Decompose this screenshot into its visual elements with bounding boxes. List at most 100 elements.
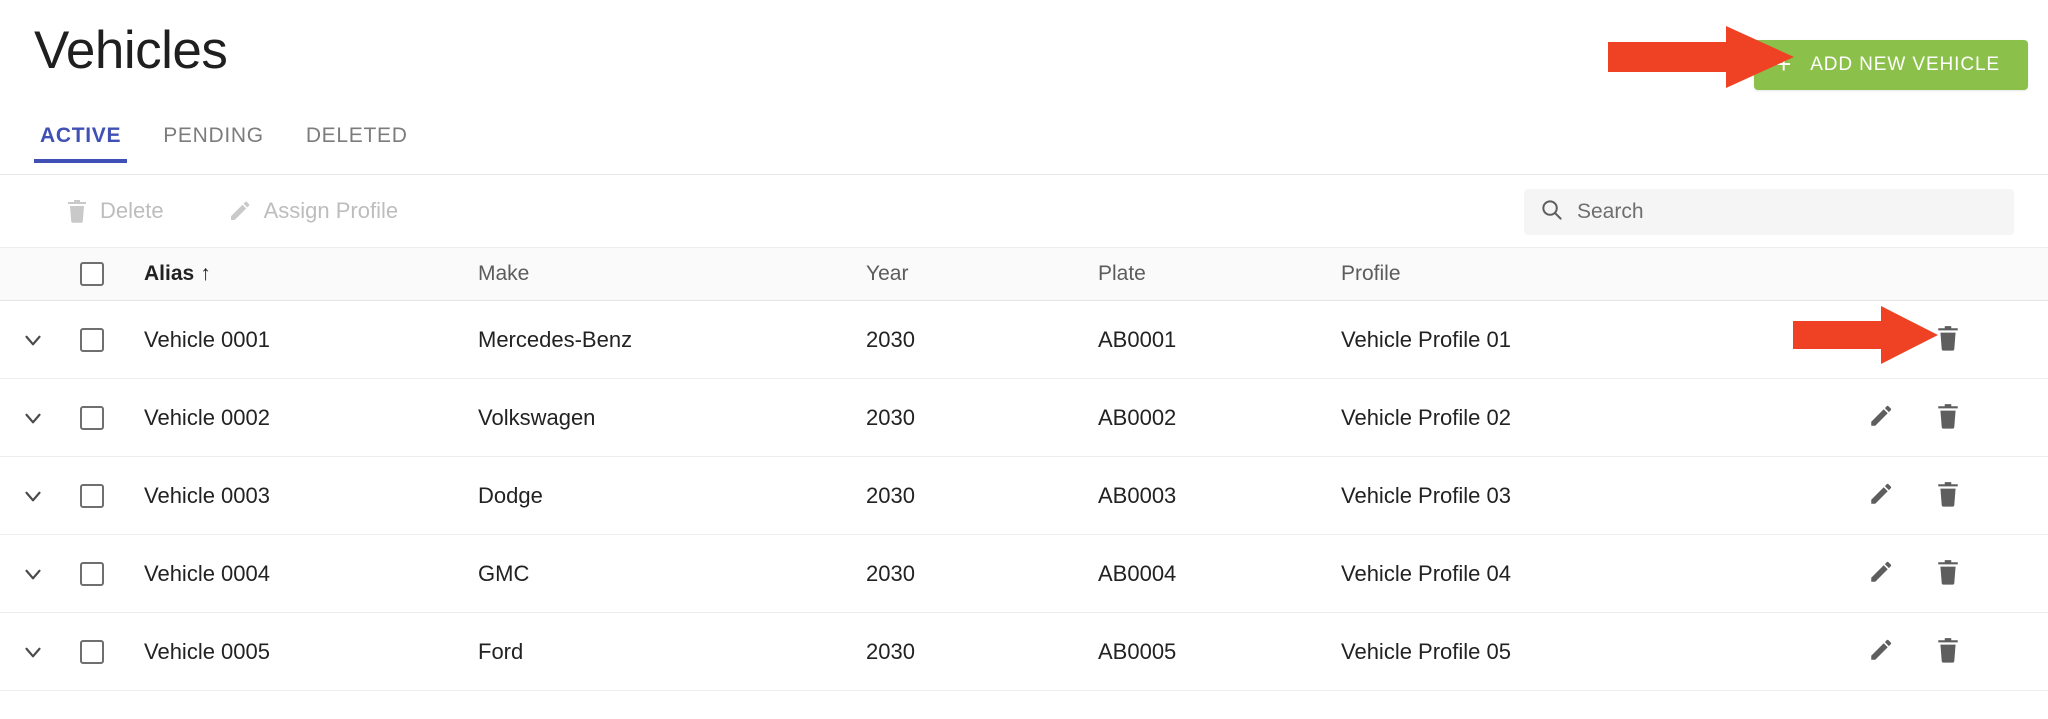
cell-plate: AB0004 bbox=[1098, 560, 1177, 586]
chevron-down-icon bbox=[20, 561, 46, 587]
cell-make: Volkswagen bbox=[478, 404, 596, 430]
cell-plate: AB0001 bbox=[1098, 326, 1177, 352]
cell-profile: Vehicle Profile 01 bbox=[1341, 326, 1511, 352]
row-edit-button[interactable] bbox=[1868, 403, 1894, 432]
row-checkbox[interactable] bbox=[80, 561, 104, 586]
cell-alias: Vehicle 0005 bbox=[144, 638, 270, 664]
row-checkbox-cell bbox=[66, 561, 144, 586]
column-header-profile[interactable]: Profile bbox=[1341, 262, 1848, 286]
row-expand-toggle[interactable] bbox=[0, 639, 66, 665]
cell-alias: Vehicle 0002 bbox=[144, 404, 270, 430]
row-delete-button[interactable] bbox=[1936, 325, 1960, 354]
cell-alias: Vehicle 0003 bbox=[144, 482, 270, 508]
cell-make: Mercedes-Benz bbox=[478, 326, 633, 352]
row-edit-button[interactable] bbox=[1868, 637, 1894, 666]
cell-year: 2030 bbox=[866, 638, 915, 664]
row-checkbox-cell bbox=[66, 405, 144, 430]
vehicles-page: Vehicles + ADD NEW VEHICLE ACTIVE PENDIN… bbox=[0, 0, 2048, 719]
chevron-down-icon bbox=[20, 483, 46, 509]
trash-icon bbox=[1936, 637, 1960, 666]
cell-alias: Vehicle 0001 bbox=[144, 326, 270, 352]
cell-plate: AB0005 bbox=[1098, 638, 1177, 664]
row-edit-button[interactable] bbox=[1868, 325, 1894, 354]
cell-plate: AB0002 bbox=[1098, 404, 1177, 430]
assign-profile-button[interactable]: Assign Profile bbox=[214, 192, 413, 230]
row-checkbox[interactable] bbox=[80, 639, 104, 664]
row-actions bbox=[1848, 637, 2048, 666]
pencil-icon bbox=[1868, 325, 1894, 354]
cell-make: Ford bbox=[478, 638, 524, 664]
row-edit-button[interactable] bbox=[1868, 481, 1894, 510]
row-actions bbox=[1848, 403, 2048, 432]
table-row[interactable]: Vehicle 0002 Volkswagen 2030 AB0002 Vehicle … bbox=[0, 379, 2048, 457]
row-checkbox[interactable] bbox=[80, 483, 104, 508]
row-delete-button[interactable] bbox=[1936, 559, 1960, 588]
chevron-down-icon bbox=[20, 405, 46, 431]
row-edit-button[interactable] bbox=[1868, 559, 1894, 588]
trash-icon bbox=[1936, 481, 1960, 510]
table-row[interactable]: Vehicle 0005 Ford 2030 AB0005 Vehicle Profil… bbox=[0, 613, 2048, 691]
row-expand-toggle[interactable] bbox=[0, 561, 66, 587]
trash-icon bbox=[1936, 559, 1960, 588]
pencil-icon bbox=[1868, 481, 1894, 510]
assign-profile-label: Assign Profile bbox=[263, 198, 399, 223]
column-header-make[interactable]: Make bbox=[478, 262, 866, 286]
page-title: Vehicles bbox=[34, 21, 228, 80]
cell-year: 2030 bbox=[866, 404, 915, 430]
select-all-checkbox-cell bbox=[66, 262, 144, 286]
cell-profile: Vehicle Profile 02 bbox=[1341, 404, 1511, 430]
trash-icon bbox=[1936, 325, 1960, 354]
row-checkbox-cell bbox=[66, 639, 144, 664]
search-box[interactable] bbox=[1524, 189, 2014, 235]
row-actions bbox=[1848, 559, 2048, 588]
column-header-alias-label: Alias bbox=[144, 262, 195, 285]
row-delete-button[interactable] bbox=[1936, 637, 1960, 666]
pencil-icon bbox=[1868, 403, 1894, 432]
table-row[interactable]: Vehicle 0003 Dodge 2030 AB0003 Vehicle Profi… bbox=[0, 457, 2048, 535]
cell-year: 2030 bbox=[866, 326, 915, 352]
row-delete-button[interactable] bbox=[1936, 403, 1960, 432]
sort-ascending-arrow-icon: ↑ bbox=[200, 262, 211, 285]
table-header-row: Alias ↑ Make Year Plate Profile bbox=[0, 247, 2048, 301]
row-checkbox[interactable] bbox=[80, 405, 104, 430]
page-header: Vehicles + ADD NEW VEHICLE bbox=[0, 0, 2048, 104]
status-tabs: ACTIVE PENDING DELETED bbox=[34, 124, 414, 163]
column-header-plate[interactable]: Plate bbox=[1098, 262, 1341, 286]
tab-deleted[interactable]: DELETED bbox=[300, 124, 414, 163]
row-delete-button[interactable] bbox=[1936, 481, 1960, 510]
pencil-icon bbox=[1868, 637, 1894, 666]
row-actions bbox=[1848, 325, 2048, 354]
cell-make: GMC bbox=[478, 560, 530, 586]
column-header-alias[interactable]: Alias ↑ bbox=[144, 262, 478, 286]
table-body: Vehicle 0001 Mercedes-Benz 2030 AB0001 Vehic… bbox=[0, 301, 2048, 691]
pencil-icon bbox=[228, 199, 252, 223]
add-new-vehicle-button[interactable]: + ADD NEW VEHICLE bbox=[1754, 40, 2028, 90]
row-expand-toggle[interactable] bbox=[0, 483, 66, 509]
trash-icon bbox=[66, 199, 88, 223]
cell-plate: AB0003 bbox=[1098, 482, 1177, 508]
search-input[interactable] bbox=[1577, 200, 1998, 224]
plus-icon: + bbox=[1776, 49, 1793, 79]
table-row[interactable]: Vehicle 0001 Mercedes-Benz 2030 AB0001 Vehic… bbox=[0, 301, 2048, 379]
row-checkbox[interactable] bbox=[80, 327, 104, 352]
tab-pending[interactable]: PENDING bbox=[157, 124, 270, 163]
cell-year: 2030 bbox=[866, 482, 915, 508]
chevron-down-icon bbox=[20, 327, 46, 353]
trash-icon bbox=[1936, 403, 1960, 432]
vehicles-table: Alias ↑ Make Year Plate Profile Vehicle … bbox=[0, 247, 2048, 691]
row-checkbox-cell bbox=[66, 483, 144, 508]
row-expand-toggle[interactable] bbox=[0, 405, 66, 431]
delete-button[interactable]: Delete bbox=[52, 192, 178, 230]
tab-active[interactable]: ACTIVE bbox=[34, 124, 128, 163]
select-all-checkbox[interactable] bbox=[80, 262, 104, 286]
row-expand-toggle[interactable] bbox=[0, 327, 66, 353]
cell-alias: Vehicle 0004 bbox=[144, 560, 270, 586]
cell-profile: Vehicle Profile 03 bbox=[1341, 482, 1511, 508]
cell-profile: Vehicle Profile 05 bbox=[1341, 638, 1511, 664]
pencil-icon bbox=[1868, 559, 1894, 588]
column-header-year[interactable]: Year bbox=[866, 262, 1098, 286]
cell-year: 2030 bbox=[866, 560, 915, 586]
table-row[interactable]: Vehicle 0004 GMC 2030 AB0004 Vehicle Profile… bbox=[0, 535, 2048, 613]
search-icon bbox=[1540, 198, 1563, 226]
chevron-down-icon bbox=[20, 639, 46, 665]
